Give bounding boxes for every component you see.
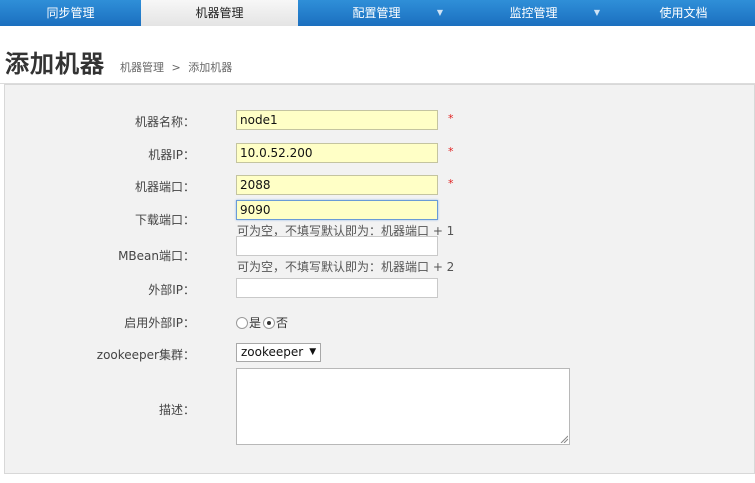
chevron-down-icon: ▼ <box>309 347 317 357</box>
radio-yes[interactable] <box>236 316 248 329</box>
nav-config-management[interactable]: 配置管理 ▼ <box>298 0 455 26</box>
page-header: 添加机器 机器管理 > 添加机器 <box>0 26 755 84</box>
required-marker: * <box>448 177 454 190</box>
radio-no[interactable] <box>263 316 276 329</box>
top-navigation: 同步管理 机器管理 配置管理 ▼ 监控管理 ▼ 使用文档 <box>0 0 755 26</box>
nav-label: 监控管理 <box>509 6 558 20</box>
radio-yes-label: 是 <box>249 316 262 330</box>
breadcrumb: 机器管理 > 添加机器 <box>120 59 236 75</box>
dropdown-arrow-icon: ▼ <box>436 8 443 17</box>
page-title: 添加机器 <box>5 50 105 78</box>
breadcrumb-link-machine-management[interactable]: 机器管理 <box>120 61 164 74</box>
machine-name-label: 机器名称： <box>134 115 195 129</box>
enable-external-ip-radio-group: 是 否 <box>236 314 288 331</box>
mbean-port-hint: 可为空，不填写默认即为：机器端口 + 2 <box>237 260 455 274</box>
description-label: 描述： <box>158 403 195 417</box>
machine-ip-label: 机器IP： <box>148 148 195 162</box>
external-ip-label: 外部IP： <box>148 283 195 297</box>
mbean-port-input[interactable] <box>236 236 438 256</box>
select-value: zookeeper <box>241 345 304 359</box>
nav-monitor-management[interactable]: 监控管理 ▼ <box>455 0 612 26</box>
description-textarea[interactable] <box>236 368 570 445</box>
nav-label: 机器管理 <box>195 6 244 20</box>
nav-machine-management[interactable]: 机器管理 <box>141 0 298 26</box>
dropdown-arrow-icon: ▼ <box>593 8 600 17</box>
resize-handle-icon[interactable] <box>560 435 568 443</box>
external-ip-input[interactable] <box>236 278 438 298</box>
nav-documentation[interactable]: 使用文档 <box>612 0 755 26</box>
nav-label: 使用文档 <box>659 6 708 20</box>
machine-name-input[interactable]: node1 <box>236 110 438 130</box>
add-machine-form: 机器名称： node1 * 机器IP： 10.0.52.200 * 机器端口： … <box>4 84 755 474</box>
breadcrumb-separator: > <box>171 61 181 74</box>
machine-port-input[interactable]: 2088 <box>236 175 438 195</box>
nav-label: 配置管理 <box>352 6 401 20</box>
download-port-label: 下载端口： <box>134 213 195 227</box>
required-marker: * <box>448 112 454 125</box>
machine-ip-input[interactable]: 10.0.52.200 <box>236 143 438 163</box>
breadcrumb-current: 添加机器 <box>188 61 233 74</box>
nav-label: 同步管理 <box>46 6 95 20</box>
mbean-port-label: MBean端口： <box>118 249 195 263</box>
nav-sync-management[interactable]: 同步管理 <box>0 0 141 26</box>
machine-port-label: 机器端口： <box>134 180 195 194</box>
radio-no-label: 否 <box>276 316 289 330</box>
zookeeper-cluster-label: zookeeper集群： <box>96 348 195 362</box>
required-marker: * <box>448 145 454 158</box>
zookeeper-cluster-select[interactable]: zookeeper ▼ <box>236 343 322 362</box>
enable-external-ip-label: 启用外部IP： <box>124 316 195 330</box>
download-port-input[interactable]: 9090 <box>236 200 438 220</box>
